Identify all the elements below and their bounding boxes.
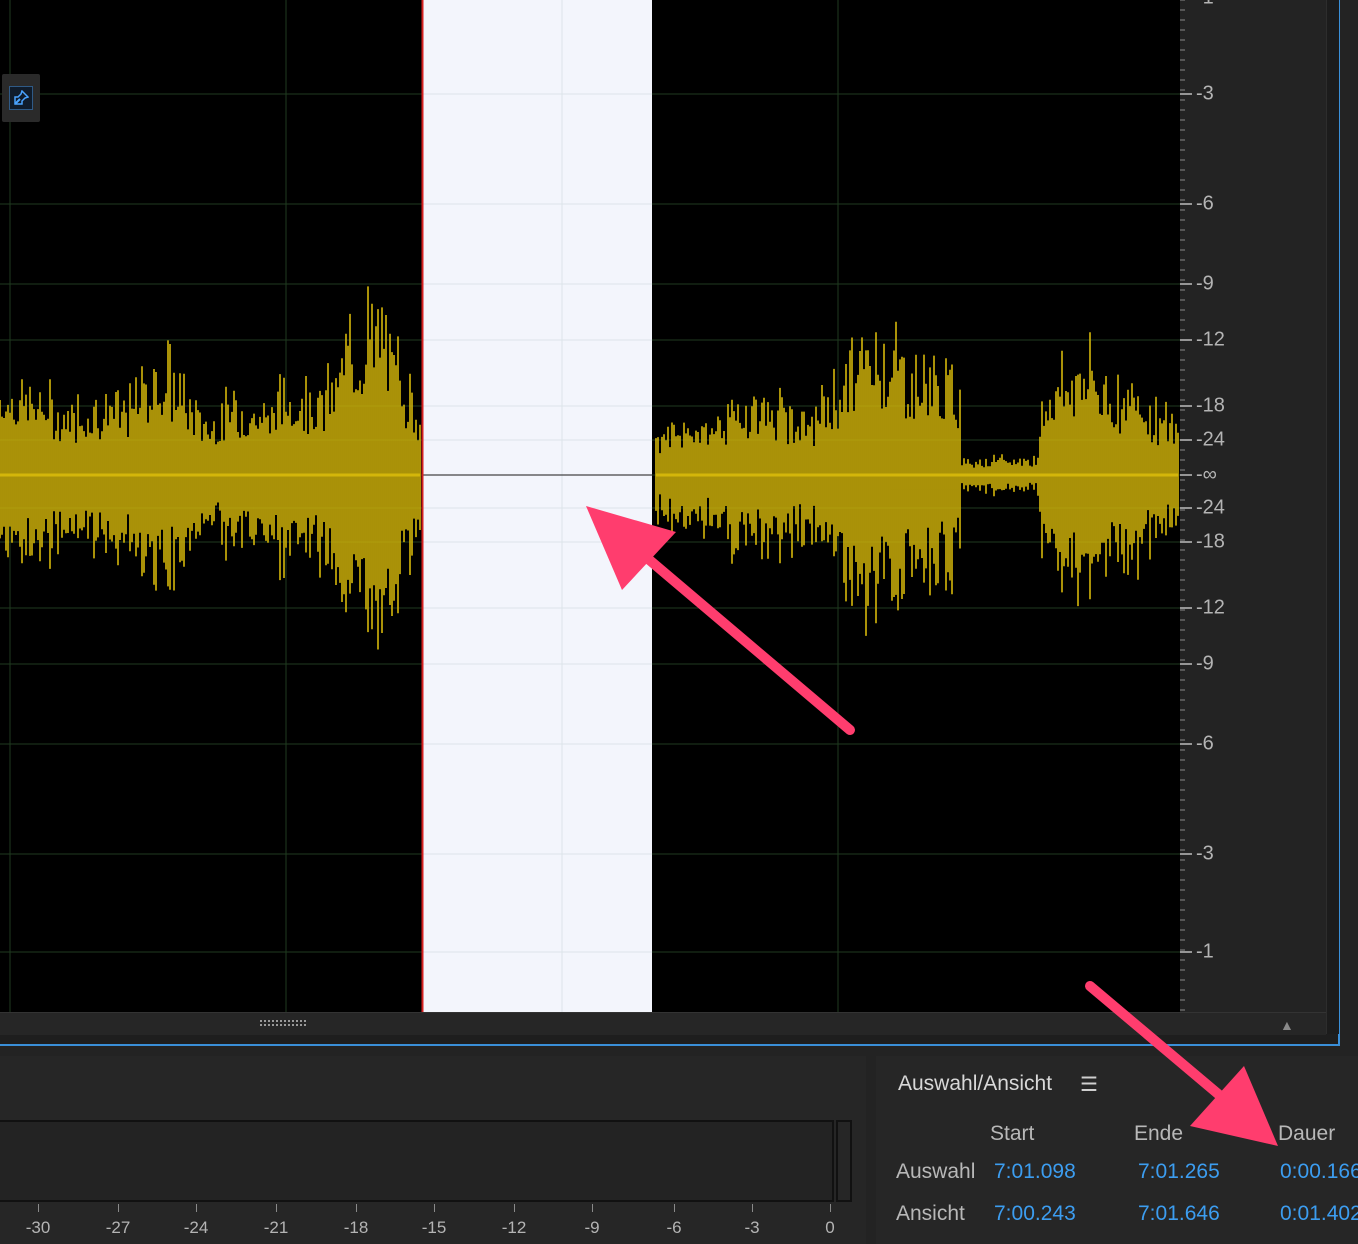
grip-dot <box>268 1024 270 1026</box>
selection-duration-value[interactable]: 0:00.166 <box>1280 1160 1358 1184</box>
panel-title: Auswahl/Ansicht <box>898 1072 1053 1095</box>
grip-dot <box>260 1024 262 1026</box>
column-header-duration: Dauer <box>1278 1122 1336 1145</box>
grip-dot <box>268 1020 270 1022</box>
level-meter-tick <box>830 1204 831 1212</box>
grip-icon[interactable] <box>258 1019 308 1027</box>
level-meter-label: -18 <box>343 1218 369 1237</box>
selection-region[interactable] <box>422 0 652 1012</box>
column-header-end: Ende <box>1134 1122 1184 1145</box>
pin-button[interactable] <box>2 74 40 122</box>
amplitude-label: -12 <box>1196 596 1225 619</box>
level-meter-label: -30 <box>25 1218 51 1237</box>
grip-dot <box>292 1020 294 1022</box>
grip-dot <box>260 1020 262 1022</box>
level-meter-tick <box>592 1204 593 1212</box>
level-meter-clip-indicator[interactable] <box>836 1120 852 1202</box>
level-meter <box>0 1120 834 1202</box>
level-meter-tick <box>674 1204 675 1212</box>
level-meter-tick <box>276 1204 277 1212</box>
level-meter-tick <box>356 1204 357 1212</box>
grip-dot <box>264 1024 266 1026</box>
row-label-view: Ansicht <box>896 1202 965 1225</box>
column-header-start: Start <box>990 1122 1035 1145</box>
level-meter-label: 0 <box>825 1218 835 1237</box>
grip-dot <box>272 1020 274 1022</box>
selection-view-panel: Auswahl/Ansicht ☰ Start Ende Dauer Auswa… <box>876 1056 1358 1244</box>
level-meter-tick <box>118 1204 119 1212</box>
amplitude-label: -3 <box>1196 82 1214 105</box>
level-meter-label: -27 <box>105 1218 131 1237</box>
grip-dot <box>264 1020 266 1022</box>
grip-dot <box>300 1024 302 1026</box>
amplitude-label: -12 <box>1196 328 1225 351</box>
amplitude-label: -24 <box>1196 428 1225 451</box>
waveform-display[interactable] <box>0 0 1180 1012</box>
selection-end-value[interactable]: 7:01.265 <box>1138 1160 1220 1184</box>
grip-dot <box>300 1020 302 1022</box>
grip-dot <box>288 1020 290 1022</box>
level-meter-label: -12 <box>501 1218 527 1237</box>
amplitude-label: -9 <box>1196 652 1214 675</box>
level-meter-label: -15 <box>421 1218 447 1237</box>
grip-dot <box>284 1024 286 1026</box>
amplitude-label: -6 <box>1196 192 1214 215</box>
grip-dot <box>284 1020 286 1022</box>
amplitude-label: -3 <box>1196 842 1214 865</box>
grip-dot <box>304 1020 306 1022</box>
grip-dot <box>272 1024 274 1026</box>
amplitude-label: -24 <box>1196 496 1225 519</box>
amplitude-label: -1 <box>1196 0 1214 10</box>
grip-dot <box>276 1020 278 1022</box>
chevron-up-icon[interactable]: ▲ <box>1280 1017 1294 1033</box>
hamburger-menu-icon[interactable]: ☰ <box>1080 1072 1098 1097</box>
waveform-svg <box>0 0 1180 1012</box>
level-meter-label: -24 <box>183 1218 209 1237</box>
grip-dot <box>288 1024 290 1026</box>
row-label-selection: Auswahl <box>896 1160 976 1183</box>
level-meter-tick <box>196 1204 197 1212</box>
level-meter-tick <box>752 1204 753 1212</box>
horizontal-scrollbar[interactable]: ▲ <box>0 1012 1326 1035</box>
level-meter-label: -6 <box>666 1218 682 1237</box>
amplitude-label: -6 <box>1196 732 1214 755</box>
grip-dot <box>296 1020 298 1022</box>
amplitude-ruler: -1 -3 -6 -9 -12 -18 -24 -∞ -24 -18 -12 -9 -6 -3 -1 <box>1180 0 1326 1012</box>
view-duration-value[interactable]: 0:01.402 <box>1280 1202 1358 1226</box>
grip-dot <box>292 1024 294 1026</box>
grip-dot <box>304 1024 306 1026</box>
amplitude-label: -1 <box>1196 940 1214 963</box>
selection-fill <box>422 0 652 1012</box>
amplitude-label: -9 <box>1196 272 1214 295</box>
selection-start-value[interactable]: 7:01.098 <box>994 1160 1076 1184</box>
grip-dot <box>296 1024 298 1026</box>
amplitude-label: -18 <box>1196 394 1225 417</box>
grip-dot <box>280 1024 282 1026</box>
view-start-value[interactable]: 7:00.243 <box>994 1202 1076 1226</box>
amplitude-label: -18 <box>1196 530 1225 553</box>
level-meter-tick <box>514 1204 515 1212</box>
vertical-scrollbar[interactable] <box>1326 0 1339 1034</box>
view-end-value[interactable]: 7:01.646 <box>1138 1202 1220 1226</box>
grip-dot <box>280 1020 282 1022</box>
level-meter-label: -9 <box>584 1218 600 1237</box>
amplitude-label: -∞ <box>1196 463 1217 486</box>
level-meter-tick <box>38 1204 39 1212</box>
pin-icon <box>9 86 33 110</box>
level-meter-label: -21 <box>263 1218 289 1237</box>
level-meter-label: -3 <box>744 1218 760 1237</box>
grip-dot <box>276 1024 278 1026</box>
level-meter-tick <box>434 1204 435 1212</box>
